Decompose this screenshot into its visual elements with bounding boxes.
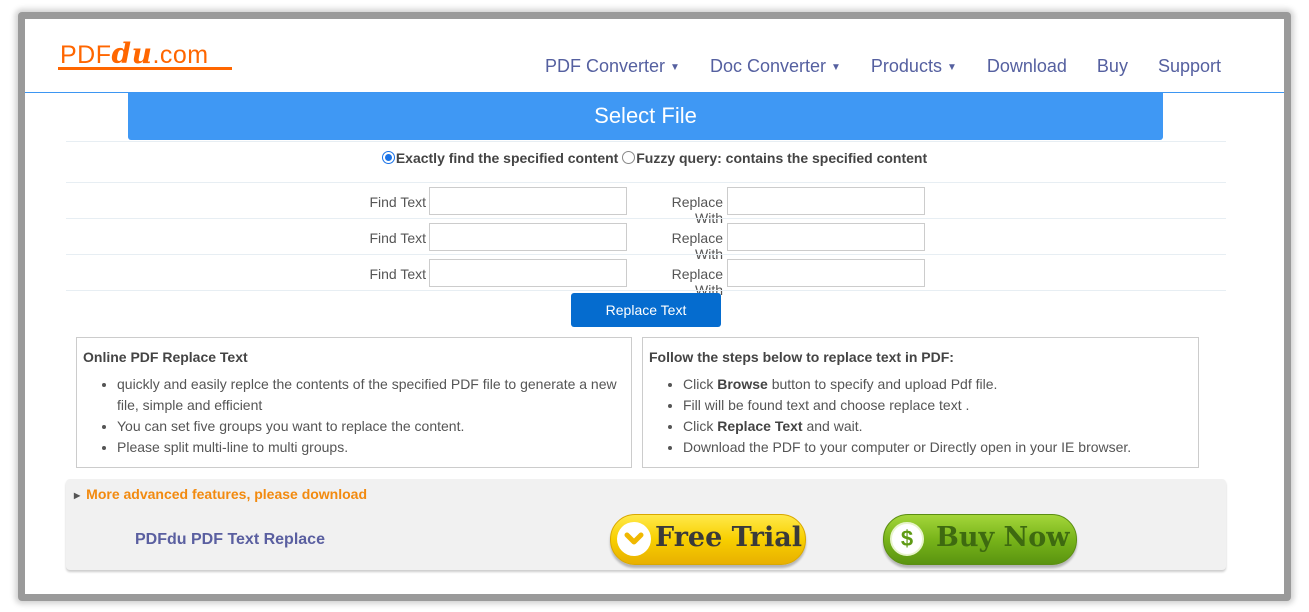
free-trial-button[interactable]: Free Trial [610,514,806,565]
page: PDFdu.com PDF Converter ▼ Doc Converter ▼ … [25,19,1284,594]
replace-with-label: Replace With [671,194,723,226]
free-trial-label: Free Trial [655,522,803,553]
divider [66,141,1226,142]
nav-label: Support [1157,56,1221,76]
nav-label: Buy [1096,56,1128,76]
nav-label: PDF Converter [545,56,666,76]
logo-suffix: .com [152,41,209,69]
find-text-input[interactable] [429,187,627,215]
select-file-button[interactable]: Select File [128,93,1163,140]
radio-checked-icon[interactable] [381,151,395,164]
divider [66,290,1226,291]
nav-support[interactable]: Support [1143,56,1236,77]
find-text-label: Find Text [369,194,426,210]
main-nav: PDF Converter ▼ Doc Converter ▼ Products ▼ … [530,56,1236,77]
step-text: Fill will be found text and choose repla… [683,397,970,413]
product-name: PDFdu PDF Text Replace [135,531,325,548]
nav-pdf-converter[interactable]: PDF Converter ▼ [530,56,695,77]
step-bold: Replace Text [717,418,803,434]
radio-exact[interactable]: Exactly find the specified content [381,150,619,166]
nav-label: Products [870,56,942,76]
info-steps-title: Follow the steps below to replace text i… [649,349,954,365]
buy-now-button[interactable]: $ Buy Now [883,514,1077,565]
info-about-list: quickly and easily replce the contents o… [83,374,625,458]
info-about-title: Online PDF Replace Text [83,349,248,365]
replace-with-label: Replace With [671,230,723,262]
radio-exact-label: Exactly find the specified content [395,150,619,166]
buy-now-label: Buy Now [936,522,1070,553]
replace-with-input[interactable] [727,187,925,215]
replace-with-input[interactable] [727,259,925,287]
radio-fuzzy-label: Fuzzy query: contains the specified cont… [636,150,928,166]
nav-doc-converter[interactable]: Doc Converter ▼ [695,56,856,77]
search-mode-group: Exactly find the specified content Fuzzy… [25,150,1284,166]
list-item: Download the PDF to your computer or Dir… [683,437,1192,458]
find-replace-row: Find Text Replace With [25,259,1284,298]
caret-down-icon: ▼ [831,61,841,73]
step-text: Click [683,418,718,434]
radio-fuzzy[interactable]: Fuzzy query: contains the specified cont… [622,150,927,166]
list-item: quickly and easily replce the contents o… [117,374,625,416]
find-text-label: Find Text [369,230,426,246]
list-item: Please split multi-line to multi groups. [117,437,625,458]
caret-down-icon: ▼ [946,61,957,73]
step-text: Click [683,376,718,392]
radio-unchecked-icon[interactable] [622,151,636,164]
info-box-steps: Follow the steps below to replace text i… [642,337,1199,468]
dollar-icon: $ [890,522,924,556]
nav-download[interactable]: Download [972,56,1082,77]
replace-with-input[interactable] [727,223,925,251]
step-text: and wait. [802,418,863,434]
chevron-down-icon [617,522,651,556]
advanced-features-label: More advanced features, please download [86,486,368,502]
step-text: Download the PDF to your computer or Dir… [683,439,1132,455]
caret-down-icon: ▼ [670,61,680,73]
nav-label: Doc Converter [709,56,826,76]
list-item: Fill will be found text and choose repla… [683,395,1192,416]
list-item: Click Browse button to specify and uploa… [683,374,1192,395]
find-text-label: Find Text [369,266,426,282]
find-text-input[interactable] [429,259,627,287]
nav-buy[interactable]: Buy [1082,56,1143,77]
divider [66,182,1226,183]
step-text: button to specify and upload Pdf file. [767,376,998,392]
find-replace-row: Find Text Replace With [25,223,1284,262]
logo-prefix: PDF [60,41,112,69]
find-replace-row: Find Text Replace With [25,187,1284,226]
find-text-input[interactable] [429,223,627,251]
nav-label: Download [986,56,1067,76]
divider [66,254,1226,255]
download-promo: ▶ More advanced features, please download… [66,479,1226,570]
replace-text-button[interactable]: Replace Text [571,293,721,327]
info-steps-list: Click Browse button to specify and uploa… [649,374,1192,458]
advanced-features-toggle[interactable]: ▶ More advanced features, please download [74,486,367,502]
logo-underline [58,67,232,70]
nav-products[interactable]: Products ▼ [856,56,972,77]
logo-du: du [111,37,153,70]
divider [66,218,1226,219]
step-bold: Browse [717,376,768,392]
triangle-right-icon: ▶ [74,491,81,500]
info-box-about: Online PDF Replace Text quickly and easi… [76,337,632,468]
list-item: Click Replace Text and wait. [683,416,1192,437]
list-item: You can set five groups you want to repl… [117,416,625,437]
